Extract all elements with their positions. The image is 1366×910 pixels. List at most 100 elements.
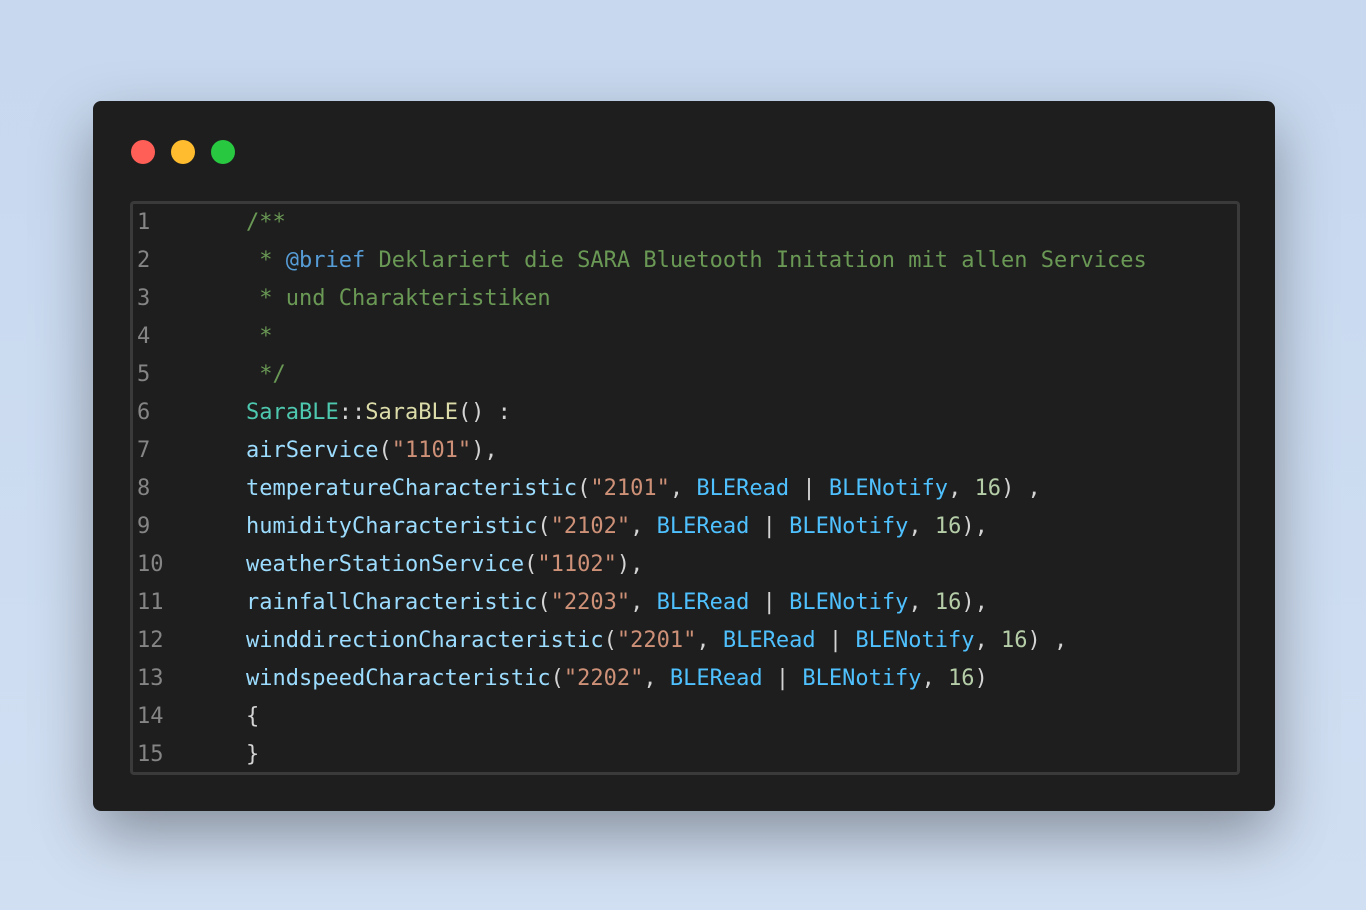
code-token: ),: [471, 438, 498, 463]
code-token: weatherStationService: [246, 552, 525, 577]
code-text: temperatureCharacteristic("2101", BLERea…: [246, 470, 1041, 508]
code-text: airService("1101"),: [246, 432, 498, 470]
code-token: ,: [630, 590, 657, 615]
code-token: * und Charakteristiken: [246, 286, 551, 311]
code-token: ,: [643, 666, 670, 691]
line-number: 14: [137, 704, 164, 729]
code-text: humidityCharacteristic("2102", BLERead |…: [246, 508, 988, 546]
code-token: BLERead: [722, 628, 816, 653]
code-token: 16: [934, 514, 962, 539]
code-token: SaraBLE: [246, 400, 339, 425]
code-token: (: [524, 552, 538, 577]
code-token: (: [550, 666, 564, 691]
code-text: * @brief Deklariert die SARA Bluetooth I…: [246, 242, 1147, 280]
code-token: ),: [616, 552, 644, 577]
line-number: 2: [137, 248, 151, 273]
code-token: */: [246, 362, 286, 387]
line-number: 6: [137, 400, 151, 425]
code-token: /**: [246, 210, 286, 235]
code-token: ),: [961, 514, 988, 539]
line-number: 11: [137, 590, 164, 615]
code-token: windspeedCharacteristic: [246, 666, 551, 691]
code-token: {: [246, 704, 260, 729]
line-number: 5: [137, 362, 151, 387]
code-token: 16: [974, 476, 1002, 501]
code-token: |: [815, 628, 856, 653]
line-number: 7: [137, 438, 151, 463]
code-token: SaraBLE: [365, 400, 458, 425]
code-token: "2101": [590, 476, 670, 501]
code-text: /**: [246, 204, 286, 242]
code-token: (: [378, 438, 392, 463]
code-token: |: [789, 476, 829, 501]
code-token: 16: [948, 666, 975, 691]
maximize-button[interactable]: [211, 140, 235, 164]
code-text: rainfallCharacteristic("2203", BLERead |…: [246, 584, 988, 622]
code-token: winddirectionCharacteristic: [246, 628, 604, 653]
code-text: }: [246, 736, 259, 774]
code-token: ) ,: [1027, 628, 1068, 653]
code-text: */: [246, 356, 286, 394]
code-window: 1 /** 2 * @brief Deklariert die SARA Bluet…: [93, 101, 1275, 811]
close-button[interactable]: [131, 140, 155, 164]
code-text: windspeedCharacteristic("2202", BLERead …: [246, 660, 988, 698]
code-token: BLENotify: [789, 514, 909, 539]
code-token: (: [537, 514, 551, 539]
code-token: "2202": [563, 666, 644, 691]
code-token: ),: [961, 590, 988, 615]
code-token: 16: [1001, 628, 1028, 653]
code-token: BLENotify: [855, 628, 975, 653]
code-token: airService: [246, 438, 379, 463]
code-token: ,: [696, 628, 723, 653]
code-token: |: [749, 514, 790, 539]
code-token: temperatureCharacteristic: [246, 476, 578, 501]
minimize-button[interactable]: [171, 140, 195, 164]
code-token: ,: [908, 590, 935, 615]
code-token: BLERead: [669, 666, 763, 691]
code-token: ,: [921, 666, 949, 691]
code-token: *: [246, 248, 286, 273]
code-token: BLERead: [656, 590, 750, 615]
code-token: Deklariert die SARA Bluetooth Initation …: [365, 248, 1147, 273]
code-token: "1102": [537, 552, 617, 577]
code-token: "2102": [550, 514, 631, 539]
code-token: "2203": [550, 590, 631, 615]
line-number: 10: [137, 552, 164, 577]
code-token: *: [246, 324, 273, 349]
code-text: *: [246, 318, 273, 356]
code-token: 16: [934, 590, 962, 615]
code-token: ,: [974, 628, 1002, 653]
code-token: (: [577, 476, 591, 501]
code-token: BLENotify: [802, 666, 922, 691]
code-token: rainfallCharacteristic: [246, 590, 538, 615]
line-number: 15: [137, 742, 164, 767]
line-number: 4: [137, 324, 151, 349]
code-token: |: [762, 666, 803, 691]
line-number: 13: [137, 666, 164, 691]
code-token: BLERead: [656, 514, 750, 539]
line-number: 1: [137, 210, 151, 235]
code-token: ,: [908, 514, 935, 539]
line-number: 12: [137, 628, 164, 653]
code-token: humidityCharacteristic: [246, 514, 538, 539]
code-text: {: [246, 698, 259, 736]
code-token: ,: [948, 476, 975, 501]
code-text: winddirectionCharacteristic("2201", BLER…: [246, 622, 1067, 660]
code-token: ,: [669, 476, 697, 501]
code-text: SaraBLE::SaraBLE() :: [246, 394, 511, 432]
code-editor[interactable]: 1 /** 2 * @brief Deklariert die SARA Bluet…: [130, 201, 1240, 775]
code-token: (: [603, 628, 617, 653]
code-token: ) ,: [1001, 476, 1041, 501]
code-token: ): [974, 666, 988, 691]
code-token: BLENotify: [789, 590, 909, 615]
code-token: (: [537, 590, 551, 615]
code-token: |: [749, 590, 790, 615]
code-text: weatherStationService("1102"),: [246, 546, 643, 584]
code-token: ::: [338, 400, 366, 425]
code-text: * und Charakteristiken: [246, 280, 551, 318]
code-token: () :: [457, 400, 511, 425]
line-number: 8: [137, 476, 151, 501]
code-token: @brief: [285, 248, 366, 273]
code-token: BLENotify: [828, 476, 949, 501]
code-token: "1101": [391, 438, 472, 463]
